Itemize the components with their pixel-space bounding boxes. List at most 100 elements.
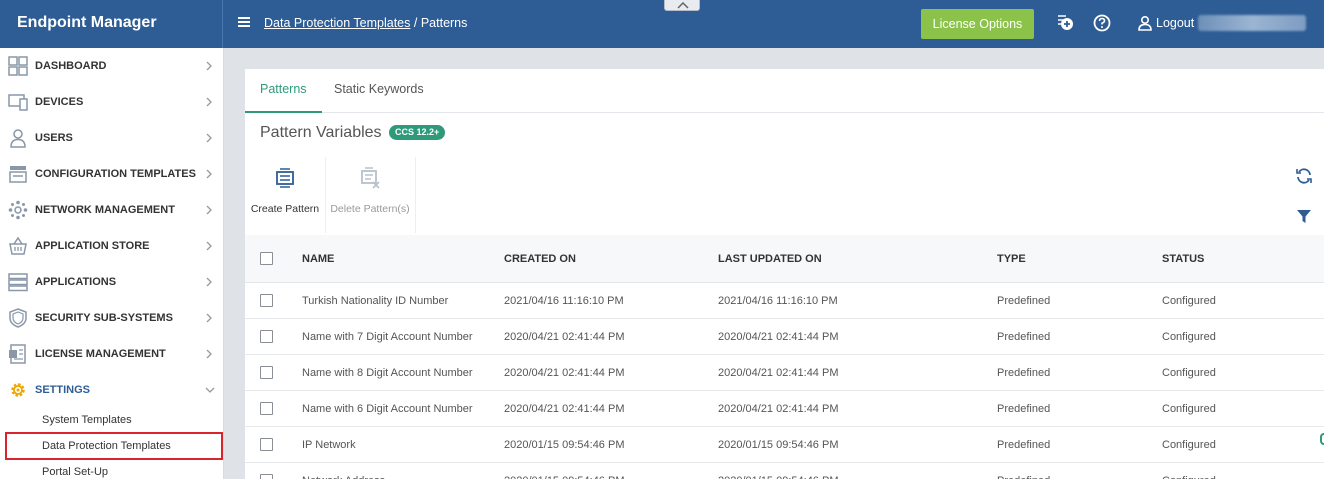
add-notification-icon[interactable] [1055, 13, 1075, 33]
tab-patterns[interactable]: Patterns [245, 69, 322, 113]
created-on-cell: 2020/04/21 02:41:44 PM [504, 367, 625, 379]
sidebar-item-label: CONFIGURATION TEMPLATES [35, 168, 196, 180]
type-cell: Predefined [997, 463, 1050, 479]
pattern-name-cell[interactable]: Name with 7 Digit Account Number [302, 319, 473, 355]
help-icon[interactable] [1092, 13, 1112, 33]
logout-button[interactable]: Logout [1137, 15, 1194, 31]
sidebar-item-license-management[interactable]: LICENSE MANAGEMENT [0, 336, 223, 372]
row-checkbox[interactable] [260, 474, 273, 479]
chevron-right-icon [206, 61, 212, 71]
toolbar-divider [325, 157, 326, 233]
page-title: Pattern Variables [260, 124, 382, 141]
last-updated-cell: 2020/01/15 09:54:46 PM [718, 439, 839, 451]
type-cell: Predefined [997, 331, 1051, 343]
sidebar-subitem-system-templates[interactable]: System Templates [0, 408, 223, 432]
filter-icon[interactable] [1297, 209, 1311, 224]
select-all-checkbox[interactable] [260, 252, 273, 265]
license-options-button[interactable]: License Options [921, 9, 1034, 39]
sidebar-item-label: DEVICES [35, 96, 84, 108]
menu-icon[interactable] [238, 17, 250, 29]
pattern-name-cell[interactable]: Name with 8 Digit Account Number [302, 355, 473, 391]
pattern-name-cell[interactable]: Turkish Nationality ID Number [302, 283, 448, 319]
sidebar-item-label: USERS [35, 132, 73, 144]
delete-patterns-button[interactable]: Delete Pattern(s) [330, 157, 410, 233]
top-bar: Endpoint Manager Data Protection Templat… [0, 0, 1324, 48]
breadcrumb-parent-link[interactable]: Data Protection Templates [264, 16, 410, 30]
status-cell: Configured [1162, 331, 1216, 343]
status-cell: Configured [1162, 403, 1216, 415]
templates-icon [9, 166, 27, 183]
sidebar-item-label: DASHBOARD [35, 60, 107, 72]
sidebar-item-network-management[interactable]: NETWORK MANAGEMENT [0, 192, 223, 228]
row-checkbox[interactable] [260, 294, 273, 307]
version-badge: CCS 12.2+ [389, 125, 446, 140]
column-header-type[interactable]: TYPE [997, 235, 1026, 283]
column-header-created-on[interactable]: CREATED ON [504, 235, 576, 283]
sidebar-item-settings[interactable]: SETTINGS [0, 372, 223, 408]
sidebar-item-devices[interactable]: DEVICES [0, 84, 223, 120]
type-cell: Predefined [997, 439, 1051, 451]
logout-label: Logout [1156, 16, 1195, 30]
created-on-cell: 2020/01/15 09:54:46 PM [504, 439, 625, 451]
last-updated-cell: 2020/01/15 09:54:46 PM [718, 463, 838, 479]
sidebar-item-users[interactable]: USERS [0, 120, 223, 156]
row-checkbox[interactable] [260, 330, 273, 343]
row-checkbox[interactable] [260, 438, 273, 451]
collapse-header-button[interactable] [664, 0, 700, 11]
table-row[interactable]: IP Network 2020/01/15 09:54:46 PM 2020/01/… [245, 427, 1324, 463]
sidebar-item-application-store[interactable]: APPLICATION STORE [0, 228, 223, 264]
gear-icon [11, 383, 25, 397]
network-icon [8, 200, 28, 220]
sidebar-item-label: APPLICATIONS [35, 276, 117, 288]
type-cell: Predefined [997, 295, 1051, 307]
sidebar-item-configuration-templates[interactable]: CONFIGURATION TEMPLATES [0, 156, 223, 192]
table-row[interactable]: Network Address 2020/01/15 09:54:46 PM 202… [245, 463, 1324, 479]
pattern-name-cell[interactable]: IP Network [302, 427, 356, 463]
support-chat-icon[interactable] [1320, 433, 1324, 445]
chevron-right-icon [206, 241, 212, 251]
dashboard-icon [8, 56, 28, 76]
tab-static-keywords[interactable]: Static Keywords [319, 69, 439, 113]
patterns-table: NAME CREATED ON LAST UPDATED ON TYPE STA… [245, 235, 1324, 479]
chevron-right-icon [206, 205, 212, 215]
create-pattern-button[interactable]: Create Pattern [245, 157, 325, 233]
row-checkbox[interactable] [260, 366, 273, 379]
created-on-cell: 2020/01/15 09:54:46 PM [504, 463, 624, 479]
last-updated-cell: 2020/04/21 02:41:44 PM [718, 367, 839, 379]
license-icon [9, 344, 26, 364]
user-icon [10, 129, 26, 148]
created-on-cell: 2021/04/16 11:16:10 PM [504, 295, 624, 307]
table-row[interactable]: Name with 8 Digit Account Number 2020/04/… [245, 355, 1324, 391]
applications-icon [8, 273, 28, 292]
create-pattern-label: Create Pattern [250, 203, 320, 215]
sidebar: DASHBOARD DEVICES USERS CONFIGURATION TE… [0, 48, 224, 479]
table-row[interactable]: Name with 7 Digit Account Number 2020/04/… [245, 319, 1324, 355]
column-header-status[interactable]: STATUS [1162, 235, 1204, 283]
sidebar-item-label: NETWORK MANAGEMENT [35, 204, 175, 216]
row-checkbox[interactable] [260, 402, 273, 415]
table-row[interactable]: Turkish Nationality ID Number 2021/04/16 … [245, 283, 1324, 319]
chevron-down-icon [205, 387, 215, 393]
column-header-name[interactable]: NAME [302, 235, 334, 283]
chevron-right-icon [206, 349, 212, 359]
column-header-last-updated-on[interactable]: LAST UPDATED ON [718, 235, 822, 283]
sidebar-item-applications[interactable]: APPLICATIONS [0, 264, 223, 300]
status-cell: Configured [1162, 295, 1216, 307]
shield-icon [9, 308, 27, 328]
chevron-up-icon [677, 2, 689, 9]
table-header: NAME CREATED ON LAST UPDATED ON TYPE STA… [245, 235, 1324, 283]
refresh-icon[interactable] [1294, 166, 1314, 186]
sidebar-item-label: APPLICATION STORE [35, 240, 150, 252]
sidebar-subitem-data-protection-templates[interactable]: Data Protection Templates [5, 432, 223, 460]
last-updated-cell: 2021/04/16 11:16:10 PM [718, 295, 838, 307]
chevron-right-icon [206, 169, 212, 179]
sidebar-item-dashboard[interactable]: DASHBOARD [0, 48, 223, 84]
type-cell: Predefined [997, 367, 1051, 379]
delete-patterns-label: Delete Pattern(s) [330, 203, 410, 215]
sidebar-item-security-sub-systems[interactable]: SECURITY SUB-SYSTEMS [0, 300, 223, 336]
pattern-name-cell[interactable]: Name with 6 Digit Account Number [302, 391, 473, 427]
pattern-name-cell[interactable]: Network Address [302, 463, 385, 479]
table-row[interactable]: Name with 6 Digit Account Number 2020/04/… [245, 391, 1324, 427]
breadcrumb-separator: / [413, 16, 418, 30]
sidebar-subitem-portal-set-up[interactable]: Portal Set-Up [0, 460, 223, 479]
